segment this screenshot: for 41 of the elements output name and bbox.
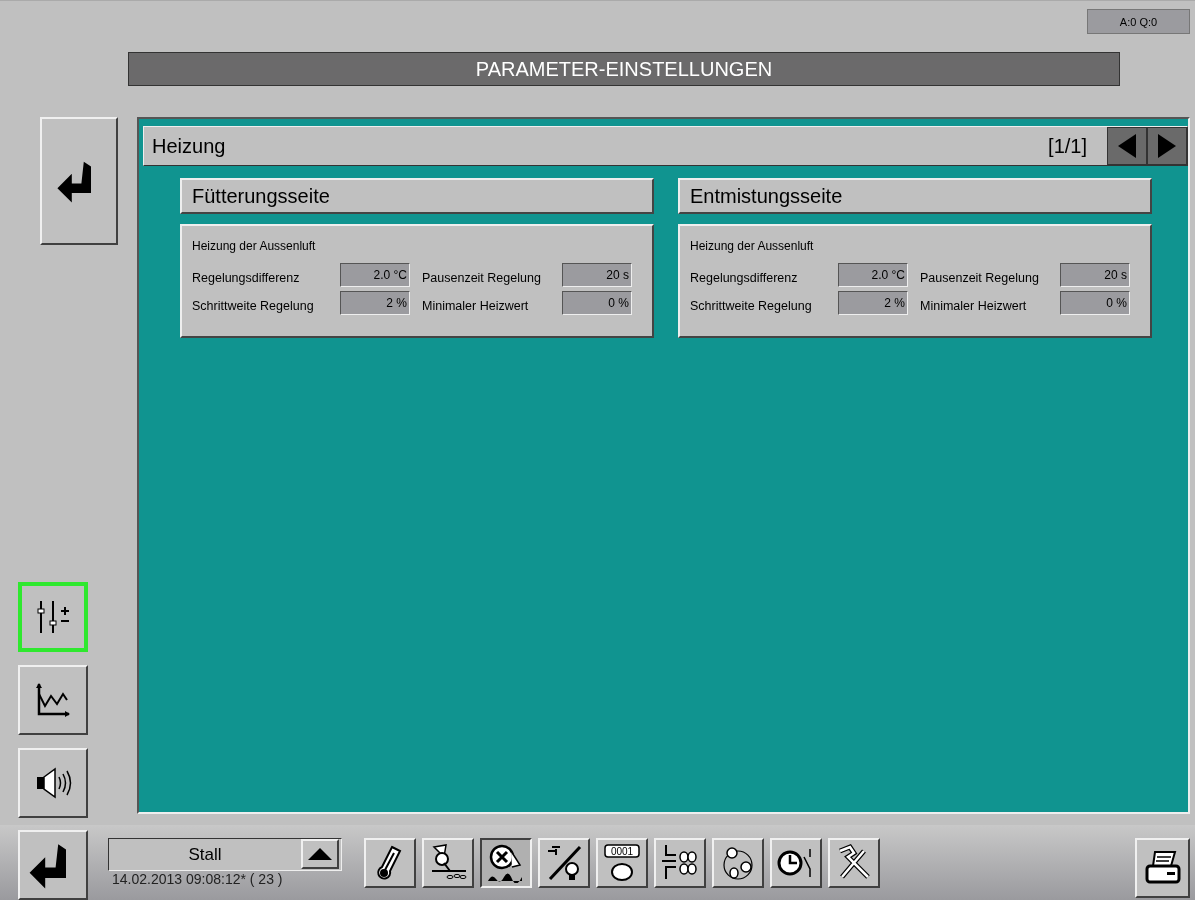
toolbar-button[interactable]: 0001 — [596, 838, 648, 888]
up-triangle-icon — [307, 847, 333, 861]
return-button[interactable] — [40, 117, 118, 245]
parameter-label: Pausenzeit Regelung — [421, 270, 542, 285]
parameter-label: Minimaler Heizwert — [421, 298, 530, 313]
value-field[interactable]: 2 % — [340, 291, 410, 315]
value-field[interactable]: 2.0 °C — [838, 263, 908, 287]
card-subtitle: Heizung der Aussenluft — [690, 239, 814, 253]
toolbar-button[interactable] — [480, 838, 532, 888]
parameter-label: Schrittweite Regelung — [690, 298, 813, 313]
parameter-label: Regelungsdifferenz — [690, 270, 799, 285]
group-title: Fütterungsseite — [180, 178, 654, 214]
counter-display: 0001 — [604, 844, 640, 858]
left-arrow-icon — [1116, 132, 1138, 160]
value-field[interactable]: 0 % — [1060, 291, 1130, 315]
section-title: Heizung — [151, 133, 226, 159]
parameter-label: Minimaler Heizwert — [919, 298, 1028, 313]
location-name: Stall — [187, 843, 223, 866]
parameter-label: Regelungsdifferenz — [192, 270, 301, 285]
parameter-label: Schrittweite Regelung — [192, 298, 315, 313]
right-arrow-icon — [1156, 132, 1178, 160]
location-selector[interactable]: Stall — [108, 838, 342, 871]
value-field[interactable]: 0 % — [562, 291, 632, 315]
value-field[interactable]: 20 s — [562, 263, 632, 287]
previous-button[interactable] — [1107, 127, 1147, 165]
value-field[interactable]: 20 s — [1060, 263, 1130, 287]
next-button[interactable] — [1147, 127, 1187, 165]
egg-icon — [611, 863, 633, 881]
parameter-label: Pausenzeit Regelung — [919, 270, 1040, 285]
print-button[interactable] — [1135, 838, 1190, 898]
sidebar-button[interactable] — [18, 582, 88, 652]
card-subtitle: Heizung der Aussenluft — [192, 239, 316, 253]
group-title: Entmistungsseite — [678, 178, 1152, 214]
page-title: PARAMETER-EINSTELLUNGEN — [128, 52, 1120, 86]
timestamp: 14.02.2013 09:08:12* ( 23 ) — [112, 871, 284, 887]
value-field[interactable]: 2.0 °C — [340, 263, 410, 287]
up-button[interactable] — [301, 839, 339, 869]
status-indicator: A:0 Q:0 — [1087, 9, 1190, 34]
value-field[interactable]: 2 % — [838, 291, 908, 315]
return-button[interactable] — [18, 830, 88, 900]
page-indicator: [1/1] — [1048, 133, 1087, 159]
